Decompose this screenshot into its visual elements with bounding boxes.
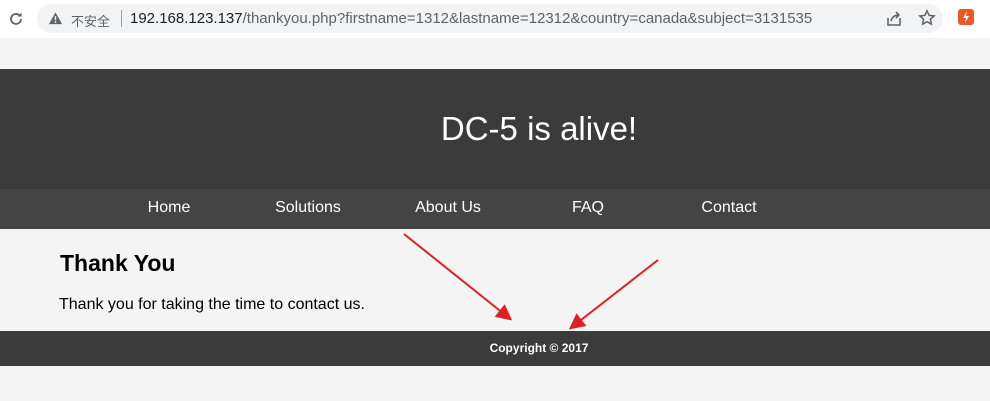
- url-path: /thankyou.php?firstname=1312&lastname=12…: [242, 10, 813, 27]
- site-header: DC-5 is alive!: [0, 69, 990, 189]
- warning-icon[interactable]: [48, 11, 63, 26]
- address-divider: [121, 10, 122, 27]
- annotation-arrow: [568, 259, 659, 330]
- site-title: DC-5 is alive!: [440, 110, 638, 147]
- nav-item-faq[interactable]: FAQ: [572, 199, 604, 217]
- reload-icon[interactable]: [6, 9, 26, 29]
- nav-item-solutions[interactable]: Solutions: [275, 199, 341, 217]
- copyright-text: Copyright © 2017: [489, 341, 589, 355]
- site-footer: Copyright © 2017: [0, 331, 990, 366]
- nav-item-contact[interactable]: Contact: [701, 199, 756, 217]
- annotation-arrow: [403, 233, 513, 321]
- share-icon[interactable]: [885, 10, 903, 28]
- thank-you-message: Thank you for taking the time to contact…: [59, 296, 365, 313]
- address-bar[interactable]: 不安全 192.168.123.137/thankyou.php?firstna…: [37, 4, 943, 33]
- nav-item-home[interactable]: Home: [148, 199, 191, 217]
- page-heading: Thank You: [60, 250, 176, 276]
- extension-icon[interactable]: [958, 9, 974, 25]
- url-text[interactable]: 192.168.123.137/thankyou.php?firstname=1…: [130, 10, 812, 27]
- nav-item-about-us[interactable]: About Us: [415, 199, 481, 217]
- url-host: 192.168.123.137: [130, 10, 243, 27]
- main-nav: Home Solutions About Us FAQ Contact: [0, 189, 990, 229]
- security-label[interactable]: 不安全: [71, 11, 110, 30]
- browser-toolbar: 不安全 192.168.123.137/thankyou.php?firstna…: [0, 0, 990, 38]
- bookmark-star-icon[interactable]: [918, 9, 936, 27]
